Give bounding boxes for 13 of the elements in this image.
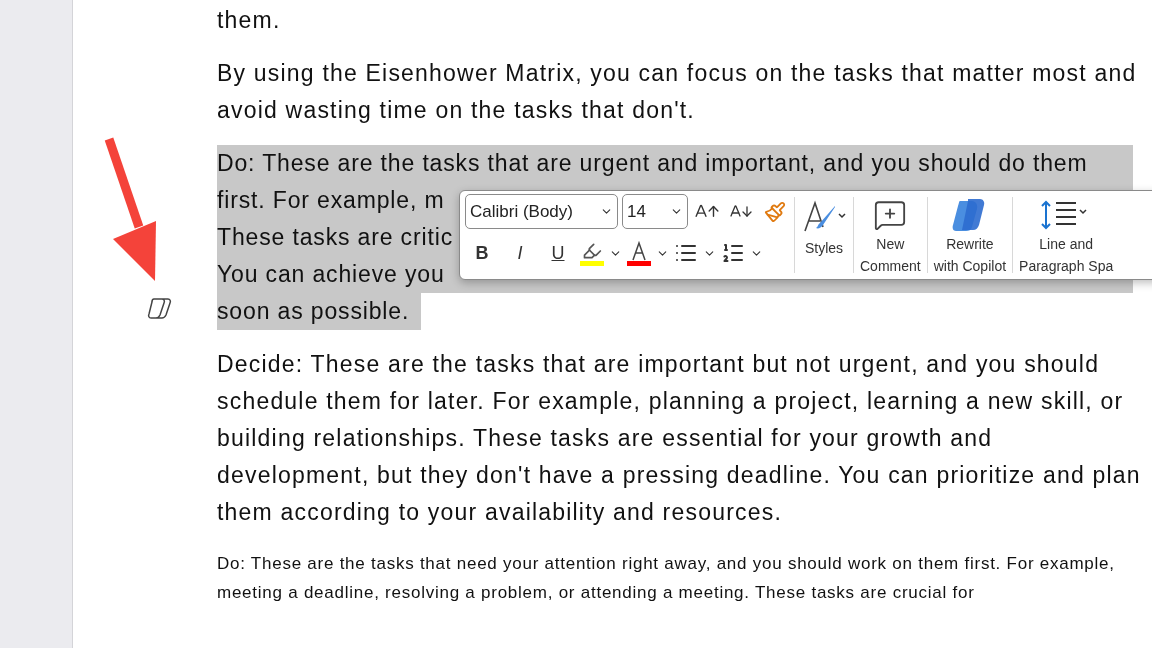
numbering-icon[interactable] <box>721 241 745 265</box>
comment-icon <box>873 198 908 232</box>
font-size-dropdown[interactable]: 14 <box>622 194 688 229</box>
highlight-button[interactable] <box>579 240 605 266</box>
paragraph: Decide: These are the tasks that are important but not urgent, and you should schedule them for later. For example, planning a project, learning a new skill, or building relationships. These tasks are essential for your growth and development, but they don't have a pressing deadline. You can prioritize and plan them according to your availability and resources. <box>217 350 1142 527</box>
font-color-button[interactable] <box>626 240 652 266</box>
paragraph: Do: These are the tasks that need your attention right away, and you should work on them first. For example, meeting a deadline, resolving a problem, or attending a meeting. These tasks are crucial for <box>217 553 1116 604</box>
paragraph: them. <box>217 6 282 35</box>
highlighter-icon <box>582 240 602 261</box>
font-dropdown[interactable]: Calibri (Body) <box>465 194 618 229</box>
paragraph: By using the Eisenhower Matrix, you can focus on the tasks that matter most and avoid wasting time on the tasks that don't. <box>217 59 1138 125</box>
font-color-icon <box>629 240 649 261</box>
paintbrush-icon[interactable] <box>764 200 786 223</box>
